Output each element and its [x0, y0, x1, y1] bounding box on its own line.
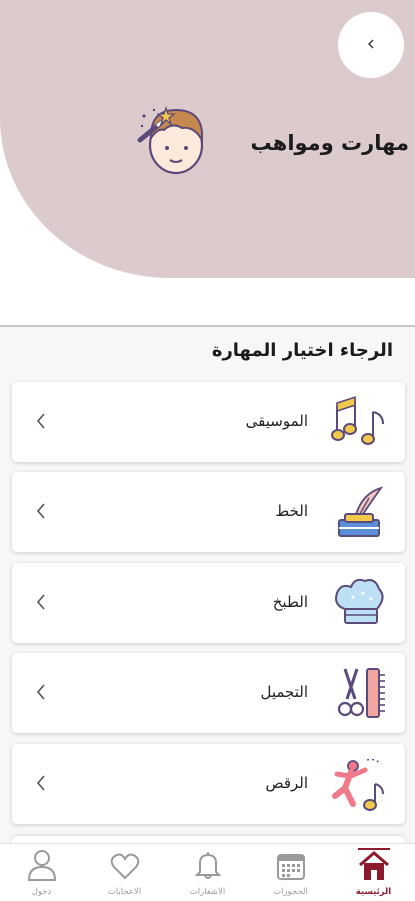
back-button[interactable]	[338, 12, 404, 78]
nav-likes[interactable]: الاعجابات	[83, 844, 166, 901]
nav-home[interactable]: الرئيسية	[332, 844, 415, 901]
chevron-left-icon	[366, 37, 376, 53]
skill-card-cooking[interactable]: الطبخ	[12, 563, 405, 643]
skill-label: الخط	[275, 502, 308, 520]
section-title: الرجاء اختيار المهارة	[211, 340, 393, 361]
chevron-left-icon	[32, 500, 50, 522]
skill-card-music[interactable]: الموسيقى	[12, 382, 405, 462]
chevron-left-icon	[32, 591, 50, 613]
nav-notifications[interactable]: الاشعارات	[166, 844, 249, 901]
dancer-icon	[331, 756, 387, 812]
skill-card-beauty[interactable]: التجميل	[12, 653, 405, 733]
scissors-comb-icon	[331, 665, 387, 721]
ink-quill-icon	[331, 484, 387, 540]
chevron-left-icon	[32, 410, 50, 432]
skill-card-calligraphy[interactable]: الخط	[12, 472, 405, 552]
nav-login[interactable]: دخول	[0, 844, 83, 901]
skill-label: التجميل	[260, 683, 308, 701]
divider	[0, 325, 415, 327]
header-hero: مهارت ومواهب	[0, 0, 415, 326]
chef-hat-icon	[331, 575, 387, 631]
nav-label: الاعجابات	[107, 887, 142, 897]
skill-card-dance[interactable]: الرقص	[12, 744, 405, 824]
chevron-left-icon	[32, 772, 50, 794]
nav-label: الرئيسية	[355, 887, 392, 897]
bottom-nav: الرئيسية الحجوزات الاشعارات الاعجابات دخ…	[0, 843, 415, 901]
nav-label: الاشعارات	[189, 887, 226, 897]
page-title: مهارت ومواهب	[250, 131, 409, 155]
nav-bookings[interactable]: الحجوزات	[249, 844, 332, 901]
music-notes-icon	[331, 394, 387, 450]
skill-label: الموسيقى	[245, 412, 308, 430]
magician-kid-icon	[134, 100, 212, 178]
nav-label: دخول	[31, 887, 52, 897]
nav-label: الحجوزات	[273, 887, 308, 897]
skill-label: الرقص	[265, 774, 308, 792]
skill-label: الطبخ	[272, 593, 308, 611]
chevron-left-icon	[32, 681, 50, 703]
